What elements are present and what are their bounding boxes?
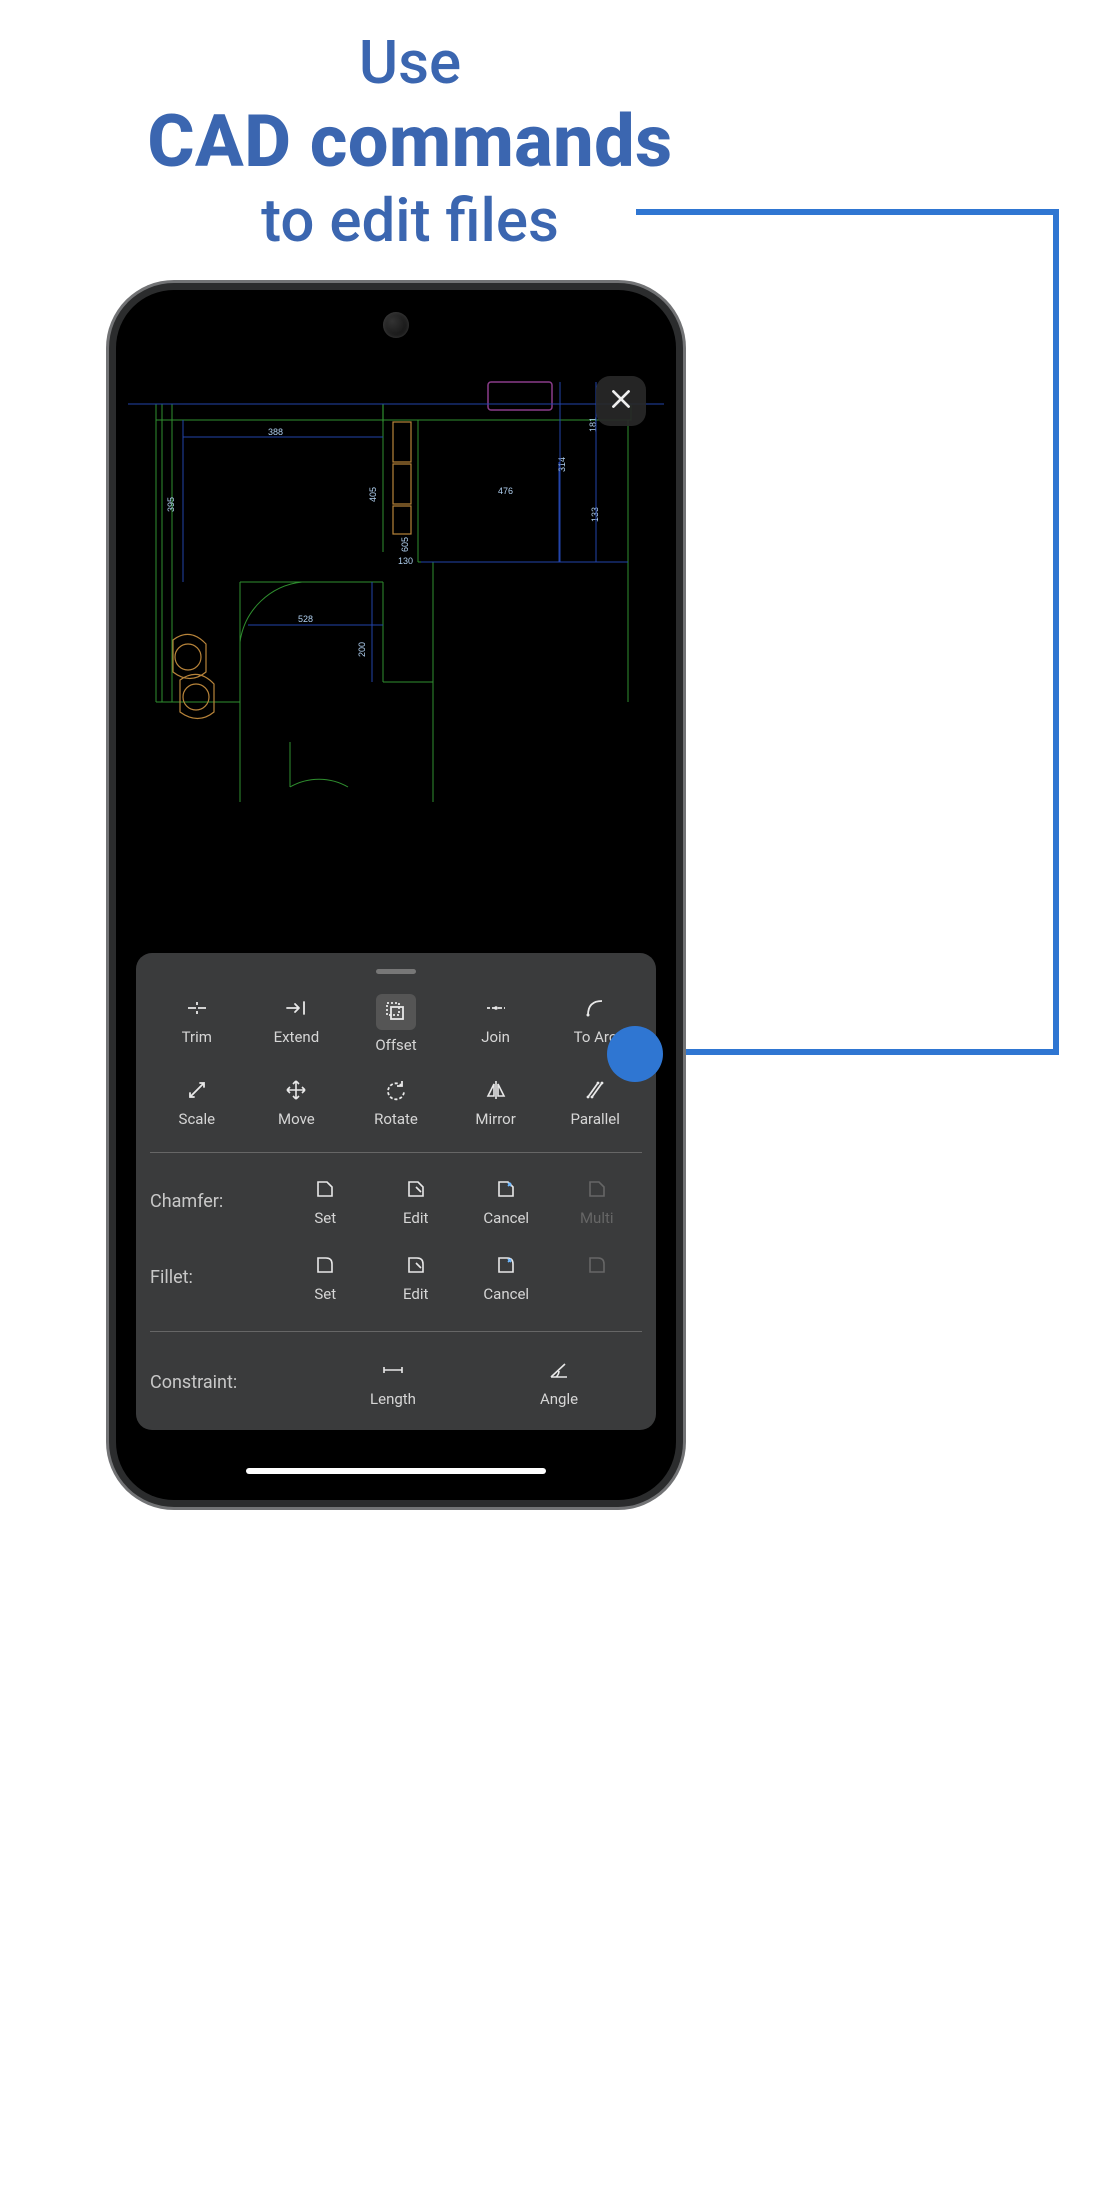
- toarc-icon: [581, 994, 609, 1022]
- scale-label: Scale: [179, 1110, 216, 1128]
- chamfer-edit-label: Edit: [403, 1209, 428, 1227]
- chamfer-set-icon: [311, 1175, 339, 1203]
- constraint-length[interactable]: Length: [310, 1354, 476, 1410]
- close-button[interactable]: [596, 376, 646, 426]
- tool-rotate[interactable]: Rotate: [349, 1074, 443, 1130]
- chamfer-edit[interactable]: Edit: [371, 1173, 462, 1229]
- rotate-icon: [382, 1076, 410, 1104]
- chamfer-multi-label: Multi: [580, 1209, 614, 1227]
- chamfer-set-label: Set: [314, 1209, 336, 1227]
- fillet-set[interactable]: Set: [280, 1249, 371, 1305]
- fillet-cancel-label: Cancel: [483, 1285, 529, 1303]
- chamfer-edit-icon: [402, 1175, 430, 1203]
- extend-icon: [282, 994, 310, 1022]
- dim-605: 605: [400, 537, 410, 552]
- fillet-multi: [552, 1249, 643, 1305]
- chamfer-row: Chamfer: Set Edit Cancel Multi: [150, 1173, 642, 1229]
- chamfer-cancel-label: Cancel: [483, 1209, 529, 1227]
- chamfer-label: Chamfer:: [150, 1191, 280, 1212]
- length-icon: [379, 1356, 407, 1384]
- tool-move[interactable]: Move: [250, 1074, 344, 1130]
- join-label: Join: [481, 1028, 510, 1046]
- chamfer-multi: Multi: [552, 1173, 643, 1229]
- callout-line: [636, 212, 1076, 1060]
- angle-label: Angle: [540, 1390, 578, 1408]
- constraint-angle[interactable]: Angle: [476, 1354, 642, 1410]
- panel-divider-2: [150, 1331, 642, 1332]
- offset-label: Offset: [375, 1036, 416, 1054]
- fillet-edit-label: Edit: [403, 1285, 428, 1303]
- dim-476: 476: [498, 486, 513, 496]
- extend-label: Extend: [274, 1028, 320, 1046]
- chamfer-set[interactable]: Set: [280, 1173, 371, 1229]
- dim-130: 130: [398, 556, 413, 566]
- rotate-label: Rotate: [374, 1110, 418, 1128]
- fillet-edit[interactable]: Edit: [371, 1249, 462, 1305]
- parallel-icon: [581, 1076, 609, 1104]
- fillet-multi-icon: [583, 1251, 611, 1279]
- mirror-icon: [482, 1076, 510, 1104]
- tool-join[interactable]: Join: [449, 992, 543, 1056]
- tool-parallel[interactable]: Parallel: [548, 1074, 642, 1130]
- offset-icon: [376, 994, 416, 1030]
- tool-trim[interactable]: Trim: [150, 992, 244, 1056]
- move-label: Move: [278, 1110, 315, 1128]
- close-icon: [608, 386, 634, 416]
- tool-scale[interactable]: Scale: [150, 1074, 244, 1130]
- fillet-cancel-icon: [492, 1251, 520, 1279]
- cad-tools-panel: Trim Extend Offset Join To Arc: [136, 953, 656, 1430]
- fillet-set-label: Set: [314, 1285, 336, 1303]
- constraint-label: Constraint:: [150, 1372, 310, 1393]
- move-icon: [282, 1076, 310, 1104]
- dim-405: 405: [368, 487, 378, 502]
- phone-frame: 388 395 405 476 314 181 133 528 200 605 …: [116, 290, 676, 1500]
- join-icon: [482, 994, 510, 1022]
- fillet-label: Fillet:: [150, 1267, 280, 1288]
- tool-mirror[interactable]: Mirror: [449, 1074, 543, 1130]
- constraint-row: Constraint: Length Angle: [150, 1354, 642, 1410]
- fillet-edit-icon: [402, 1251, 430, 1279]
- trim-icon: [183, 994, 211, 1022]
- headline-line1: Use: [0, 28, 820, 97]
- panel-divider-1: [150, 1152, 642, 1153]
- dim-314: 314: [557, 457, 567, 472]
- length-label: Length: [370, 1390, 416, 1408]
- dim-395: 395: [166, 497, 176, 512]
- scale-icon: [183, 1076, 211, 1104]
- panel-drag-handle[interactable]: [376, 969, 416, 974]
- tool-extend[interactable]: Extend: [250, 992, 344, 1056]
- trim-label: Trim: [182, 1028, 212, 1046]
- fillet-row: Fillet: Set Edit Cancel: [150, 1249, 642, 1305]
- dim-528: 528: [298, 614, 313, 624]
- fillet-cancel[interactable]: Cancel: [461, 1249, 552, 1305]
- headline-line2: CAD commands: [0, 101, 820, 184]
- chamfer-multi-icon: [583, 1175, 611, 1203]
- chamfer-cancel-icon: [492, 1175, 520, 1203]
- fillet-set-icon: [311, 1251, 339, 1279]
- phone-camera: [383, 312, 409, 338]
- tool-offset[interactable]: Offset: [349, 992, 443, 1056]
- mirror-label: Mirror: [475, 1110, 515, 1128]
- callout-dot: [607, 1026, 663, 1082]
- phone-screen: 388 395 405 476 314 181 133 528 200 605 …: [128, 302, 664, 1488]
- dim-200: 200: [357, 642, 367, 657]
- angle-icon: [545, 1356, 573, 1384]
- parallel-label: Parallel: [570, 1110, 619, 1128]
- cad-drawing-canvas[interactable]: 388 395 405 476 314 181 133 528 200 605 …: [128, 342, 664, 872]
- dim-133: 133: [590, 507, 600, 522]
- chamfer-cancel[interactable]: Cancel: [461, 1173, 552, 1229]
- home-indicator[interactable]: [246, 1468, 546, 1474]
- tools-grid: Trim Extend Offset Join To Arc: [150, 992, 642, 1130]
- dim-388: 388: [268, 427, 283, 437]
